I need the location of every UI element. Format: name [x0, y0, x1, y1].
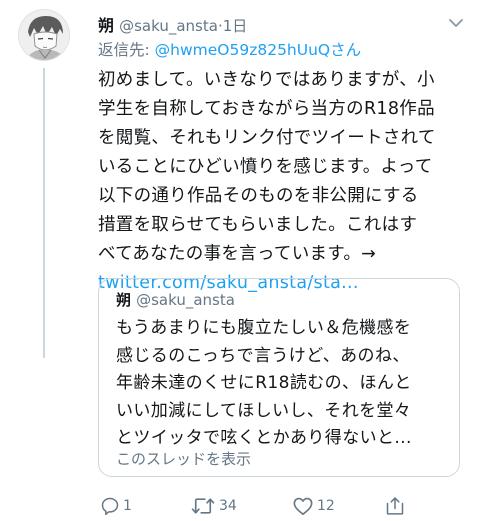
reply-count: 1 [123, 498, 132, 514]
tweet-body-line: 以下の通り作品そのものを非公開にする [98, 186, 419, 206]
share-button[interactable] [385, 495, 405, 517]
like-count: 12 [317, 498, 335, 514]
reply-icon [101, 497, 119, 516]
thread-connector-line [43, 68, 45, 358]
quoted-tweet-header: 朔 @saku_ansta [116, 289, 235, 310]
reply-to-prefix: 返信先: [98, 41, 155, 59]
quoted-user-handle: @saku_ansta [136, 291, 235, 309]
quoted-body-line: 年齢未達のくせにR18読むの、ほんと [116, 373, 412, 393]
tweet-body-line: 措置を取らせてもらいました。これはす [98, 215, 418, 235]
quoted-tweet-card[interactable]: 朔 @saku_ansta もうあまりにも腹立たしい＆危機感を 感じるのこっちで… [98, 278, 460, 477]
quoted-display-name: 朔 [116, 291, 132, 309]
retweet-button[interactable]: 34 [190, 495, 237, 517]
avatar-illustration [19, 10, 69, 60]
tweet-body-line: べてあなたの事を言っています。→ [98, 244, 377, 264]
tweet-body: 初めまして。いきなりではありますが、小 学生を自称しておきながら当方のR18作品… [98, 66, 470, 298]
quoted-body-line: いい加減にしてほしいし、それを堂々 [116, 400, 412, 421]
reply-mention-link[interactable]: @hwmeO59z825hUuQ [155, 41, 330, 59]
quoted-body-line: 感じるのこっちで言うけど、あのね、 [116, 345, 410, 366]
avatar[interactable] [18, 9, 70, 61]
display-name[interactable]: 朔 [98, 16, 114, 35]
user-handle[interactable]: @saku_ansta [119, 17, 218, 35]
retweet-count: 34 [219, 498, 237, 514]
timestamp[interactable]: 1日 [223, 17, 248, 35]
tweet-body-line: 学生を自称しておきながら当方のR18作品 [98, 99, 435, 119]
share-icon [386, 497, 404, 515]
retweet-icon [191, 498, 215, 514]
quoted-tweet-body: もうあまりにも腹立たしい＆危機感を 感じるのこっちで言うけど、あのね、 年齢未達… [116, 315, 456, 453]
heart-icon [293, 497, 313, 515]
reply-button[interactable]: 1 [100, 495, 132, 517]
tweet-body-line: 初めまして。いきなりではありますが、小 [98, 70, 435, 90]
quoted-body-line: もうあまりにも腹立たしい＆危機感を [116, 318, 412, 338]
reply-mention-suffix: さん [330, 41, 362, 59]
tweet-header: 朔 @saku_ansta·1日 [98, 12, 468, 36]
chevron-down-icon[interactable] [448, 18, 464, 28]
like-button[interactable]: 12 [292, 495, 335, 517]
tweet-body-line: を閲覧、それもリンク付でツイートされて [98, 128, 436, 148]
reply-to-line: 返信先: @hwmeO59z825hUuQさん [98, 38, 361, 60]
tweet-actions: 1 34 12 [98, 495, 470, 517]
tweet-body-line: いることにひどい憤りを感じます。よって [98, 157, 433, 177]
show-thread-link[interactable]: このスレッドを表示 [116, 448, 251, 469]
